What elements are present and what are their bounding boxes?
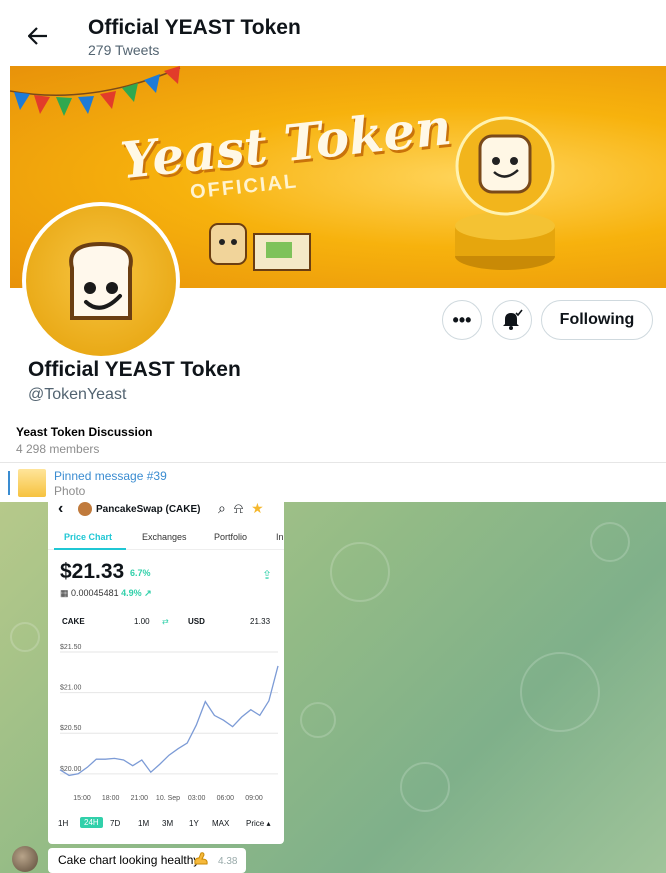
pinned-subtitle: Photo	[54, 484, 86, 498]
conv-to-value: 21.33	[250, 617, 271, 626]
profile-handle: @TokenYeast	[28, 386, 127, 403]
bnb-value: 0.00045481	[71, 588, 119, 598]
profile-avatar[interactable]	[22, 202, 180, 360]
tweet-count: 279 Tweets	[88, 42, 160, 58]
pinned-title: Pinned message #39	[54, 469, 167, 483]
chevron-left-icon: ‹	[58, 500, 64, 517]
tab-more: In	[276, 532, 284, 542]
y-tick-label: $20.50	[60, 725, 82, 732]
x-tick-label: 09:00	[245, 795, 263, 802]
search-icon: ⌕	[218, 500, 226, 516]
x-tick-label: 10. Sep	[156, 795, 180, 802]
x-tick-label: 21:00	[131, 795, 149, 802]
token-pair-name: PancakeSwap (CAKE)	[96, 504, 201, 515]
x-tick-label: 06:00	[217, 795, 235, 802]
range-option: 1H	[58, 819, 69, 828]
converter-row: CAKE 1.00 ⇄ USD 21.33	[48, 614, 284, 632]
y-tick-label: $21.00	[60, 685, 82, 692]
conv-from-value: 1.00	[134, 617, 150, 626]
following-button[interactable]: Following	[541, 300, 653, 340]
shared-screenshot[interactable]: ‹ PancakeSwap (CAKE) ⌕ ⍾ ★ Price Chart E…	[48, 498, 284, 844]
price-change: 6.7%	[130, 568, 151, 578]
range-option: Price ▴	[246, 819, 271, 828]
arrow-left-icon	[28, 27, 47, 45]
notifications-button[interactable]	[492, 300, 532, 340]
price-series-line	[59, 665, 279, 777]
app-topbar: ‹ PancakeSwap (CAKE) ⌕ ⍾ ★	[48, 498, 284, 524]
message-bubble[interactable]: Cake chart looking healthy 4.38	[48, 848, 246, 873]
y-tick-label: $21.50	[60, 644, 82, 651]
bread-mascot-illustration	[209, 223, 311, 271]
x-tick-label: 15:00	[73, 795, 91, 802]
range-option: 1M	[138, 819, 150, 828]
range-selector: 1H 24H 7D 1M 3M 1Y MAX Price ▴	[48, 816, 284, 832]
swap-icon: ⇄	[162, 617, 169, 626]
message-time: 4.38	[218, 856, 238, 867]
bnb-price: ▦ 0.00045481 4.9% ↗	[60, 588, 152, 599]
header-title: Official YEAST Token	[88, 16, 301, 39]
range-option: 1Y	[189, 819, 199, 828]
group-title: Yeast Token Discussion	[16, 425, 153, 439]
tab-exchanges: Exchanges	[142, 532, 187, 542]
bunting-decoration	[10, 66, 181, 116]
active-tab-indicator	[54, 548, 126, 550]
range-option: 7D	[110, 819, 121, 828]
star-icon: ★	[251, 500, 264, 516]
share-icon: ⇪	[262, 568, 273, 582]
pinned-thumbnail	[18, 469, 46, 497]
current-price: $21.33	[60, 560, 125, 583]
range-option: 3M	[162, 819, 174, 828]
conv-to-label: USD	[188, 617, 205, 626]
profile-name: Official YEAST Token	[28, 358, 241, 381]
more-options-button[interactable]: •••	[442, 300, 482, 340]
alert-icon: ⍾	[233, 500, 244, 516]
range-option: 24H	[80, 817, 103, 828]
back-button[interactable]	[22, 20, 54, 52]
toast-coin-illustration	[455, 116, 555, 270]
pinned-message-bar[interactable]: Pinned message #39 Photo	[0, 462, 666, 502]
bell-check-icon	[503, 309, 523, 330]
bnb-change: 4.9% ↗	[121, 588, 152, 598]
x-tick-label: 18:00	[102, 795, 120, 802]
telegram-chat-header[interactable]: Yeast Token Discussion 4 298 members	[0, 420, 666, 462]
bnb-icon: ▦	[60, 588, 69, 598]
twitter-header: Official YEAST Token 279 Tweets	[0, 0, 666, 64]
sender-avatar[interactable]	[12, 846, 38, 872]
flexed-biceps-icon	[194, 852, 208, 865]
bunny-logo-icon	[78, 502, 92, 516]
price-line-chart: $21.50$21.00$20.50$20.0015:00 18:00 21:00 1…	[59, 644, 279, 802]
toast-face-icon	[69, 241, 133, 320]
tab-price-chart: Price Chart	[64, 532, 113, 542]
member-count: 4 298 members	[16, 442, 100, 456]
tab-portfolio: Portfolio	[214, 532, 248, 542]
conv-from-label: CAKE	[62, 617, 85, 626]
app-tabs: Price Chart Exchanges Portfolio In	[48, 528, 284, 550]
range-option: MAX	[212, 819, 230, 828]
x-tick-label: 03:00	[188, 795, 206, 802]
message-text: Cake chart looking healthy	[58, 853, 200, 867]
